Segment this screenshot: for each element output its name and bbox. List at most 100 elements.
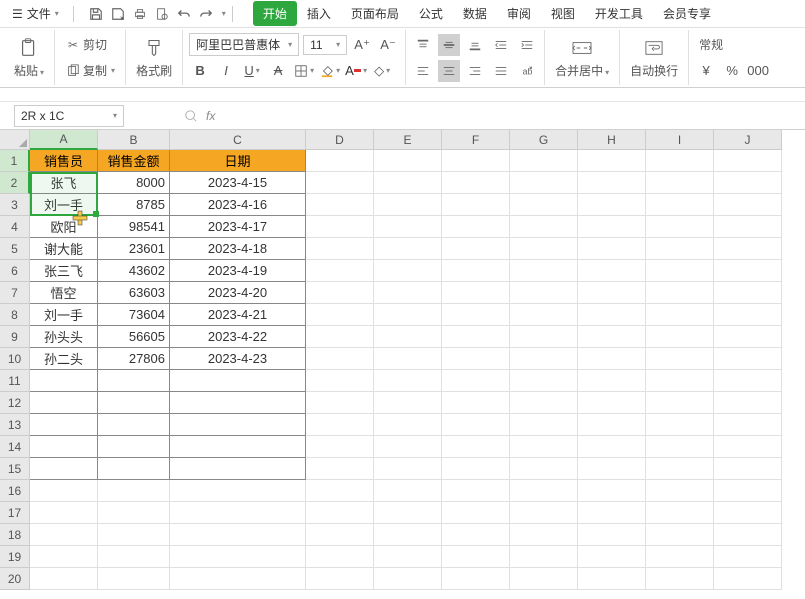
cell-C2[interactable]: 2023-4-15 [170,172,306,194]
cell-J5[interactable] [714,238,782,260]
cell-C20[interactable] [170,568,306,590]
cell-G17[interactable] [510,502,578,524]
cell-J14[interactable] [714,436,782,458]
cell-D11[interactable] [306,370,374,392]
cell-E16[interactable] [374,480,442,502]
cell-G3[interactable] [510,194,578,216]
cell-D4[interactable] [306,216,374,238]
col-header-I[interactable]: I [646,130,714,150]
cell-F12[interactable] [442,392,510,414]
cell-J18[interactable] [714,524,782,546]
cell-I6[interactable] [646,260,714,282]
cell-B1[interactable]: 销售金额 [98,150,170,172]
cell-A6[interactable]: 张三飞 [30,260,98,282]
cell-J8[interactable] [714,304,782,326]
cell-E20[interactable] [374,568,442,590]
row-header-5[interactable]: 5 [0,238,30,260]
col-header-J[interactable]: J [714,130,782,150]
cell-G1[interactable] [510,150,578,172]
cell-G7[interactable] [510,282,578,304]
cell-A14[interactable] [30,436,98,458]
cell-E9[interactable] [374,326,442,348]
cell-G18[interactable] [510,524,578,546]
row-header-8[interactable]: 8 [0,304,30,326]
cell-D9[interactable] [306,326,374,348]
cell-A5[interactable]: 谢大能 [30,238,98,260]
cell-H19[interactable] [578,546,646,568]
cell-J6[interactable] [714,260,782,282]
font-size-select[interactable]: 11▾ [303,35,347,55]
col-header-B[interactable]: B [98,130,170,150]
row-header-19[interactable]: 19 [0,546,30,568]
cell-F15[interactable] [442,458,510,480]
format-painter-button[interactable]: 格式刷 [132,33,176,83]
cell-H13[interactable] [578,414,646,436]
cell-D7[interactable] [306,282,374,304]
increase-font-icon[interactable]: A⁺ [351,34,373,56]
cell-B19[interactable] [98,546,170,568]
italic-button[interactable]: I [215,60,237,82]
cell-B12[interactable] [98,392,170,414]
save-icon[interactable] [88,6,104,22]
cell-F4[interactable] [442,216,510,238]
print-preview-icon[interactable] [154,6,170,22]
indent-decrease-icon[interactable] [490,34,512,56]
percent-icon[interactable]: % [721,60,743,82]
cell-F1[interactable] [442,150,510,172]
cell-A20[interactable] [30,568,98,590]
cell-I16[interactable] [646,480,714,502]
cell-G10[interactable] [510,348,578,370]
cell-C16[interactable] [170,480,306,502]
col-header-H[interactable]: H [578,130,646,150]
cell-I12[interactable] [646,392,714,414]
tab-data[interactable]: 数据 [453,1,497,26]
row-header-13[interactable]: 13 [0,414,30,436]
comma-style-icon[interactable]: 000 [747,60,769,82]
cell-E6[interactable] [374,260,442,282]
cut-button[interactable]: ✂剪切 [61,34,111,55]
cell-H3[interactable] [578,194,646,216]
cell-E19[interactable] [374,546,442,568]
underline-button[interactable]: U▾ [241,60,263,82]
cell-G4[interactable] [510,216,578,238]
cell-D19[interactable] [306,546,374,568]
cell-J20[interactable] [714,568,782,590]
cell-H1[interactable] [578,150,646,172]
cell-H12[interactable] [578,392,646,414]
cell-H8[interactable] [578,304,646,326]
fill-color-button[interactable]: ▾ [319,60,341,82]
cell-A11[interactable] [30,370,98,392]
cell-C7[interactable]: 2023-4-20 [170,282,306,304]
cell-J10[interactable] [714,348,782,370]
cell-F6[interactable] [442,260,510,282]
cell-H15[interactable] [578,458,646,480]
cell-B10[interactable]: 27806 [98,348,170,370]
align-right-icon[interactable] [464,60,486,82]
cell-G19[interactable] [510,546,578,568]
cell-J17[interactable] [714,502,782,524]
save-as-icon[interactable] [110,6,126,22]
tab-insert[interactable]: 插入 [297,1,341,26]
cell-H14[interactable] [578,436,646,458]
cell-E10[interactable] [374,348,442,370]
cell-A2[interactable]: 张飞 [30,172,98,194]
cell-I5[interactable] [646,238,714,260]
cell-I7[interactable] [646,282,714,304]
cell-F2[interactable] [442,172,510,194]
cell-I17[interactable] [646,502,714,524]
cancel-formula-icon[interactable] [184,109,198,123]
row-header-15[interactable]: 15 [0,458,30,480]
align-center-icon[interactable] [438,60,460,82]
col-header-C[interactable]: C [170,130,306,150]
cell-J3[interactable] [714,194,782,216]
cell-C1[interactable]: 日期 [170,150,306,172]
cell-J2[interactable] [714,172,782,194]
cell-F13[interactable] [442,414,510,436]
row-header-12[interactable]: 12 [0,392,30,414]
decrease-font-icon[interactable]: A⁻ [377,34,399,56]
cell-D17[interactable] [306,502,374,524]
cell-I8[interactable] [646,304,714,326]
tab-dev[interactable]: 开发工具 [585,1,653,26]
cell-B8[interactable]: 73604 [98,304,170,326]
cell-G6[interactable] [510,260,578,282]
